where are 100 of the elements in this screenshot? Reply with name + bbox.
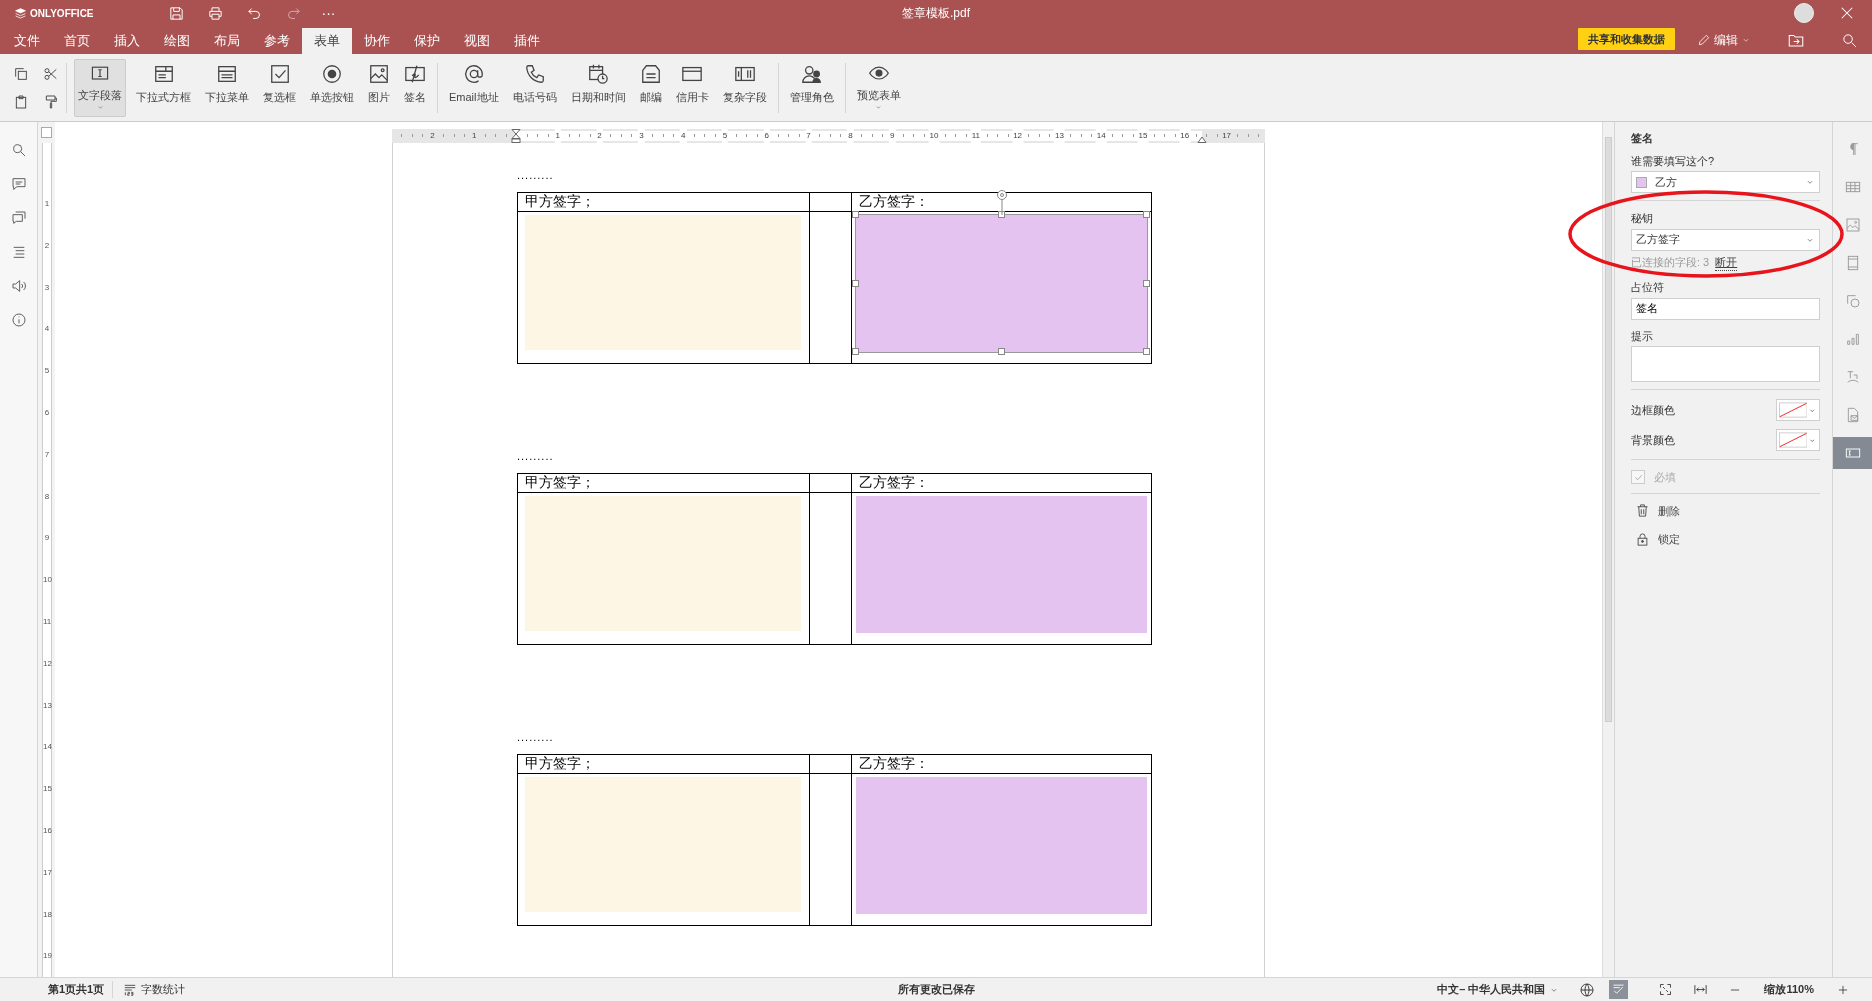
toolbar-button[interactable]: Email地址: [445, 58, 503, 117]
resize-handle[interactable]: [997, 211, 1005, 218]
ruler-number: 7: [43, 449, 51, 459]
menu-tab[interactable]: 首页: [52, 28, 102, 54]
avatar[interactable]: [1794, 3, 1814, 23]
toolbar-button[interactable]: 日期和时间: [566, 58, 630, 117]
tab-stop-selector[interactable]: [41, 127, 52, 138]
no-color-swatch: [1779, 402, 1808, 418]
scrollbar[interactable]: [1602, 122, 1614, 977]
chat-icon[interactable]: [10, 210, 27, 226]
menu-tab[interactable]: 协作: [352, 28, 402, 54]
ruler-number: 18: [43, 909, 51, 919]
toolbar-button[interactable]: 预览表单: [852, 58, 905, 117]
trash-icon: [1635, 503, 1650, 519]
menu-tab[interactable]: 保护: [402, 28, 452, 54]
copy-icon[interactable]: [13, 65, 29, 82]
resize-handle[interactable]: [852, 279, 859, 287]
menu-tab[interactable]: 文件: [2, 28, 52, 54]
scrollbar-thumb[interactable]: [1605, 137, 1612, 722]
toolbar-button[interactable]: 电话号码: [508, 58, 561, 117]
menu-tab[interactable]: 插件: [502, 28, 552, 54]
pencil-icon: [1697, 33, 1711, 47]
menu-tab[interactable]: 绘图: [152, 28, 202, 54]
image-icon: [368, 62, 390, 85]
toolbar-button[interactable]: 下拉菜单: [201, 58, 253, 117]
ruler-number: 12: [1012, 129, 1024, 143]
ruler-number: 11: [970, 129, 981, 143]
search-icon[interactable]: [1841, 32, 1858, 49]
menu-tab[interactable]: 视图: [452, 28, 502, 54]
format-painter-icon[interactable]: [43, 93, 59, 110]
toolbar-button[interactable]: 单选按钮: [306, 58, 358, 117]
menu-tab[interactable]: 插入: [102, 28, 152, 54]
toolbar-button[interactable]: 邮编: [635, 58, 666, 117]
info-icon[interactable]: [10, 312, 27, 328]
cut-icon[interactable]: [43, 65, 59, 82]
edit-mode-button[interactable]: 编辑: [1691, 30, 1757, 50]
ruler-number: 4: [43, 324, 51, 334]
tip-input[interactable]: [1631, 346, 1820, 382]
key-select[interactable]: 乙方签字: [1631, 228, 1820, 251]
toolbar-button[interactable]: 图片: [364, 58, 394, 117]
ruler-number: 4: [679, 129, 687, 143]
ruler-number: 10: [928, 129, 940, 143]
checkbox-icon: [268, 62, 291, 85]
menu-tab[interactable]: 参考: [252, 28, 302, 54]
paste-icon[interactable]: [13, 93, 29, 110]
sidebar-tab[interactable]: [1833, 437, 1872, 469]
role-select[interactable]: 乙方: [1631, 171, 1820, 193]
language-button[interactable]: 中文– 中华人民共和国: [1431, 981, 1566, 998]
spellcheck-button[interactable]: [1609, 980, 1629, 999]
ruler-number: 5: [721, 129, 729, 143]
resize-handle[interactable]: [852, 348, 859, 355]
signature-field[interactable]: [525, 777, 801, 912]
word-count-icon: [123, 982, 138, 997]
signature-field[interactable]: [525, 496, 801, 631]
lock-button[interactable]: 锁定: [1631, 531, 1680, 548]
ruler-number: 2: [596, 129, 603, 143]
search-icon[interactable]: [10, 142, 27, 158]
toolbar-button[interactable]: 信用卡: [671, 58, 713, 117]
word-count-button[interactable]: 字数统计: [112, 981, 192, 998]
comment-icon[interactable]: [10, 176, 27, 192]
speaker-icon[interactable]: [10, 278, 27, 294]
chart-icon: [1844, 331, 1861, 347]
ruler-number: 3: [43, 282, 51, 292]
toolbar-button[interactable]: 管理角色: [785, 58, 838, 117]
resize-handle[interactable]: [1143, 211, 1150, 218]
disconnect-link[interactable]: 断开: [1715, 253, 1738, 271]
ruler-number: 14: [43, 742, 51, 752]
fit-width-icon[interactable]: [1693, 982, 1709, 997]
ruler-number: 16: [43, 826, 51, 835]
share-button[interactable]: 共享和收集数据: [1578, 27, 1675, 50]
resize-handle[interactable]: [852, 211, 859, 218]
image-icon: [1844, 217, 1861, 233]
checkbox-label: 必填: [1654, 470, 1676, 485]
toolbar-button[interactable]: 复选框: [259, 58, 300, 117]
table-cell: 乙方签字：: [851, 473, 1152, 493]
menu-tab[interactable]: 表单: [302, 28, 352, 54]
save-icon[interactable]: [167, 4, 185, 22]
placeholder-input[interactable]: 签名: [1631, 297, 1820, 320]
indent-marker-icon[interactable]: [511, 129, 521, 143]
fit-page-icon[interactable]: [1658, 982, 1674, 997]
field-label: 谁需要填写这个?: [1631, 153, 1716, 169]
print-icon[interactable]: [206, 4, 224, 22]
resize-handle[interactable]: [1143, 279, 1150, 287]
ruler-number: 19: [43, 951, 51, 961]
color-picker[interactable]: [1776, 429, 1820, 451]
toolbar-button[interactable]: 复杂字段: [718, 58, 771, 117]
toolbar-button[interactable]: 签名: [400, 58, 430, 117]
rotate-handle[interactable]: [994, 189, 1009, 215]
resize-handle[interactable]: [997, 348, 1005, 355]
radio-icon: [321, 62, 343, 85]
signature-field[interactable]: [525, 215, 801, 350]
resize-handle[interactable]: [1143, 348, 1150, 355]
delete-button[interactable]: 删除: [1631, 502, 1680, 519]
color-picker[interactable]: [1776, 399, 1820, 421]
toolbar-button[interactable]: 文字段落: [74, 58, 126, 117]
globe-icon[interactable]: [1579, 981, 1596, 998]
more-button[interactable]: ···: [321, 6, 336, 20]
menu-tab[interactable]: 布局: [202, 28, 252, 54]
field-label: 边框颜色: [1631, 402, 1675, 418]
toolbar-button[interactable]: 下拉式方框: [132, 58, 195, 117]
